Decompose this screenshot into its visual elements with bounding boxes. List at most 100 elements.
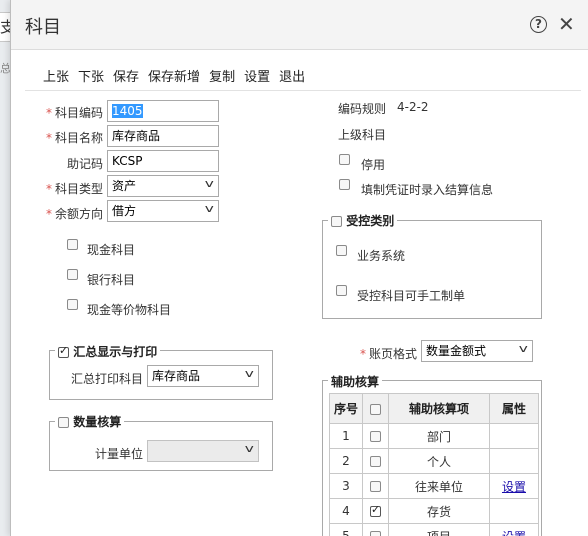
mnemonic-label: 助记码 <box>66 157 103 171</box>
aux-accounting-table: 序号 辅助核算项 属性 1 部门 2 个人 3 往来单位 设置 4 ✓ 存货 5 <box>329 393 539 536</box>
exit-button[interactable]: 退出 <box>279 66 305 86</box>
toolbar-divider <box>25 90 581 91</box>
settings-button[interactable]: 设置 <box>244 66 270 86</box>
bank-subject-checkbox[interactable] <box>67 269 78 280</box>
chevron-down-icon: v <box>245 367 255 380</box>
toolbar: 上张 下张 保存 保存新增 复制 设置 退出 <box>43 66 314 86</box>
attr-header: 属性 <box>489 393 539 424</box>
row-checkbox-cell <box>362 423 389 449</box>
dialog-title: 科目 <box>25 17 61 38</box>
prev-button[interactable]: 上张 <box>43 66 69 86</box>
save-button[interactable]: 保存 <box>113 66 139 86</box>
row-checkbox-cell <box>362 523 389 536</box>
row-seq: 2 <box>329 448 363 474</box>
disabled-checkbox[interactable] <box>339 154 350 165</box>
cash-equivalent-checkbox[interactable] <box>67 299 78 310</box>
row-checkbox[interactable] <box>370 431 381 442</box>
select-all-checkbox[interactable] <box>370 403 381 415</box>
bank-subject-label: 银行科目 <box>87 273 136 287</box>
row-attr <box>489 423 539 449</box>
table-row: 1 部门 <box>329 423 539 449</box>
code-input[interactable]: 1405 <box>107 100 219 122</box>
row-item: 存货 <box>388 498 490 524</box>
chevron-down-icon: v <box>205 202 215 215</box>
controlled-category-legend: 受控类别 <box>328 212 398 229</box>
row-checkbox-cell <box>362 473 389 499</box>
seq-header: 序号 <box>329 393 363 424</box>
manual-voucher-label: 受控科目可手工制单 <box>357 289 466 303</box>
settlement-info-label: 填制凭证时录入结算信息 <box>361 183 494 197</box>
help-icon[interactable]: ? <box>530 16 547 33</box>
balance-direction-label: * 余额方向 <box>45 207 103 221</box>
row-checkbox[interactable] <box>370 503 381 517</box>
summary-print-subject-label: 汇总打印科目 <box>70 372 143 386</box>
settings-link[interactable]: 设置 <box>502 530 526 536</box>
item-header: 辅助核算项 <box>388 393 490 424</box>
code-rule-value: 4-2-2 <box>397 100 429 114</box>
cash-equivalent-label: 现金等价物科目 <box>87 303 172 317</box>
summary-print-checkbox[interactable] <box>58 344 69 358</box>
business-system-label: 业务系统 <box>357 249 406 263</box>
unit-select[interactable]: v <box>147 440 259 462</box>
chevron-down-icon: v <box>519 342 529 355</box>
mnemonic-input[interactable]: KCSP <box>107 150 219 172</box>
row-attr: 设置 <box>489 523 539 536</box>
quantity-accounting-legend: 数量核算 <box>55 413 125 430</box>
unit-label: 计量单位 <box>94 447 143 461</box>
settlement-info-checkbox[interactable] <box>339 179 350 190</box>
table-row: 3 往来单位 设置 <box>329 473 539 499</box>
row-checkbox[interactable] <box>370 456 381 467</box>
cash-subject-label: 现金科目 <box>87 243 136 257</box>
quantity-accounting-title: 数量核算 <box>73 415 122 429</box>
copy-button[interactable]: 复制 <box>209 66 235 86</box>
ledger-format-label: * 账页格式 <box>359 347 417 361</box>
row-seq: 3 <box>329 473 363 499</box>
row-item: 项目 <box>388 523 490 536</box>
row-checkbox-cell <box>362 498 389 524</box>
code-rule-label: 编码规则 <box>338 102 387 116</box>
controlled-category-group <box>322 220 542 319</box>
row-seq: 4 <box>329 498 363 524</box>
chevron-down-icon: v <box>245 442 255 455</box>
row-item: 个人 <box>388 448 490 474</box>
summary-print-legend: 汇总显示与打印 <box>55 343 161 360</box>
business-system-checkbox[interactable] <box>336 245 347 256</box>
row-seq: 1 <box>329 423 363 449</box>
code-label: * 科目编码 <box>45 106 103 120</box>
controlled-category-title: 受控类别 <box>346 214 395 228</box>
aux-accounting-legend: 辅助核算 <box>328 373 383 390</box>
parent-subject-label: 上级科目 <box>338 128 387 142</box>
disabled-label: 停用 <box>361 158 386 172</box>
cash-subject-checkbox[interactable] <box>67 239 78 250</box>
close-icon[interactable]: ✕ <box>558 12 575 36</box>
quantity-accounting-checkbox[interactable] <box>58 417 69 428</box>
subject-dialog: 科目 ? ✕ 上张 下张 保存 保存新增 复制 设置 退出 * 科目编码 1405… <box>10 0 588 536</box>
row-attr <box>489 498 539 524</box>
settings-link[interactable]: 设置 <box>502 480 526 494</box>
type-label: * 科目类型 <box>45 182 103 196</box>
row-attr <box>489 448 539 474</box>
row-checkbox-cell <box>362 448 389 474</box>
table-row: 4 存货 <box>329 498 539 524</box>
ledger-format-select[interactable]: 数量金额式 v <box>421 340 533 362</box>
table-row: 5 项目 设置 <box>329 523 539 536</box>
next-button[interactable]: 下张 <box>78 66 104 86</box>
chevron-down-icon: v <box>205 177 215 190</box>
save-and-new-button[interactable]: 保存新增 <box>148 66 200 86</box>
name-input[interactable]: 库存商品 <box>107 125 219 147</box>
type-select[interactable]: 资产 v <box>107 175 219 197</box>
select-all-header <box>362 393 389 424</box>
row-item: 部门 <box>388 423 490 449</box>
summary-print-title: 汇总显示与打印 <box>73 345 158 359</box>
controlled-category-checkbox[interactable] <box>331 216 342 227</box>
balance-direction-select[interactable]: 借方 v <box>107 200 219 222</box>
table-row: 2 个人 <box>329 448 539 474</box>
dialog-titlebar: 科目 ? ✕ <box>11 0 588 50</box>
row-checkbox[interactable] <box>370 531 381 536</box>
name-label: * 科目名称 <box>45 131 103 145</box>
row-attr: 设置 <box>489 473 539 499</box>
manual-voucher-checkbox[interactable] <box>336 285 347 296</box>
row-checkbox[interactable] <box>370 481 381 492</box>
row-seq: 5 <box>329 523 363 536</box>
summary-print-subject-select[interactable]: 库存商品 v <box>147 365 259 387</box>
